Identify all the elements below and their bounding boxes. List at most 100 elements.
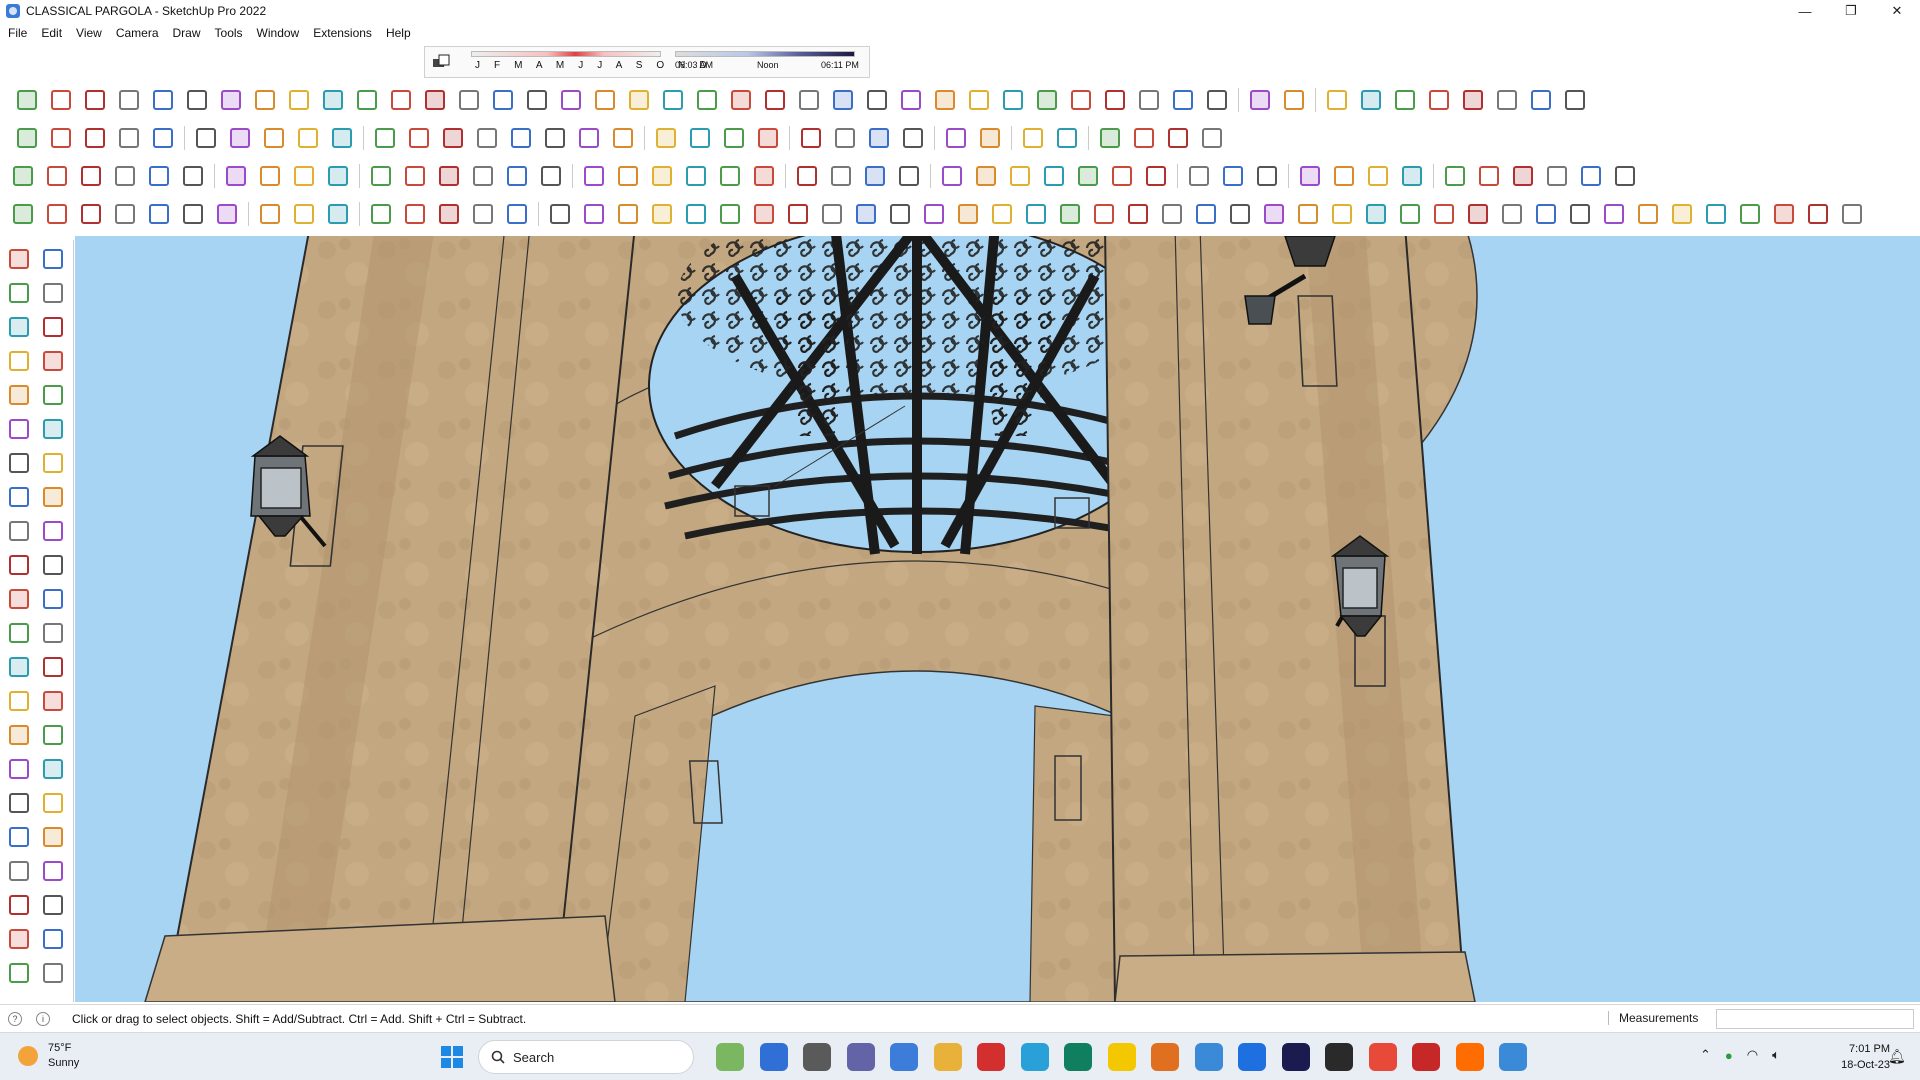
tb2-tool-icon[interactable] [609,124,637,152]
left-tool-icon[interactable] [40,518,66,544]
tb4-tool-icon[interactable] [1634,200,1662,228]
tb4-tool-icon[interactable] [9,200,37,228]
tb1-tool-icon[interactable] [1280,86,1308,114]
tb2-tool-icon[interactable] [976,124,1004,152]
menu-extensions[interactable]: Extensions [313,26,380,40]
measurements-input[interactable] [1716,1009,1914,1029]
tb4-tool-icon[interactable] [954,200,982,228]
tb3-tool-icon[interactable] [1108,162,1136,190]
tb3-tool-icon[interactable] [938,162,966,190]
tb2-tool-icon[interactable] [720,124,748,152]
tb1-tool-icon[interactable] [387,86,415,114]
tb1-tool-icon[interactable] [81,86,109,114]
taskbar-app-icon[interactable] [1020,1043,1049,1071]
tb1-tool-icon[interactable] [47,86,75,114]
taskbar-app-icon[interactable] [890,1043,918,1071]
volume-icon[interactable]: 🔈︎ [1772,1047,1780,1063]
left-tool-icon[interactable] [6,348,32,374]
tb4-tool-icon[interactable] [784,200,812,228]
tb1-tool-icon[interactable] [897,86,925,114]
tb1-tool-icon[interactable] [693,86,721,114]
tb1-tool-icon[interactable] [319,86,347,114]
tb4-tool-icon[interactable] [1430,200,1458,228]
notification-bell-icon[interactable]: 🔔︎ [1888,1048,1906,1065]
left-tool-icon[interactable] [40,892,66,918]
menu-edit[interactable]: Edit [41,26,70,40]
left-tool-icon[interactable] [40,654,66,680]
tb4-tool-icon[interactable] [1498,200,1526,228]
tb2-tool-icon[interactable] [1164,124,1192,152]
left-tool-icon[interactable] [6,246,32,272]
tb2-tool-icon[interactable] [686,124,714,152]
left-tool-icon[interactable] [6,960,32,986]
tb1-tool-icon[interactable] [1135,86,1163,114]
tb1-tool-icon[interactable] [1203,86,1231,114]
tb1-tool-icon[interactable] [999,86,1027,114]
tb1-tool-icon[interactable] [1391,86,1419,114]
time-slider[interactable] [675,51,855,57]
tb4-tool-icon[interactable] [469,200,497,228]
taskbar-clock[interactable]: 7:01 PM 18-Oct-23 [1820,1041,1890,1073]
tb4-tool-icon[interactable] [1566,200,1594,228]
windows-start-icon[interactable] [440,1045,464,1069]
tb4-tool-icon[interactable] [1668,200,1696,228]
taskbar-app-icon[interactable] [716,1043,744,1071]
tb4-tool-icon[interactable] [1226,200,1254,228]
geolocation-icon[interactable]: ? [8,1011,22,1026]
tb1-tool-icon[interactable] [1459,86,1487,114]
tb4-tool-icon[interactable] [1294,200,1322,228]
tb4-tool-icon[interactable] [1260,200,1288,228]
tb1-tool-icon[interactable] [591,86,619,114]
tb1-tool-icon[interactable] [1033,86,1061,114]
left-tool-icon[interactable] [40,790,66,816]
left-tool-icon[interactable] [6,790,32,816]
left-tool-icon[interactable] [40,926,66,952]
menu-view[interactable]: View [76,26,110,40]
tb4-tool-icon[interactable] [111,200,139,228]
left-tool-icon[interactable] [6,552,32,578]
taskbar-app-icon[interactable] [1368,1043,1397,1071]
tb4-tool-icon[interactable] [1804,200,1832,228]
tb3-tool-icon[interactable] [750,162,778,190]
tb1-tool-icon[interactable] [863,86,891,114]
tb3-tool-icon[interactable] [179,162,207,190]
tb2-tool-icon[interactable] [405,124,433,152]
restore-button[interactable]: ❐ [1828,0,1874,22]
tb4-tool-icon[interactable] [401,200,429,228]
model-viewport[interactable] [75,236,1920,1002]
tb1-tool-icon[interactable] [965,86,993,114]
tb4-tool-icon[interactable] [1158,200,1186,228]
left-tool-icon[interactable] [40,246,66,272]
tb4-tool-icon[interactable] [1124,200,1152,228]
tb1-tool-icon[interactable] [829,86,857,114]
left-tool-icon[interactable] [40,756,66,782]
tb3-tool-icon[interactable] [1074,162,1102,190]
tb1-tool-icon[interactable] [1561,86,1589,114]
tb1-tool-icon[interactable] [795,86,823,114]
tb3-tool-icon[interactable] [1253,162,1281,190]
left-tool-icon[interactable] [40,722,66,748]
tb4-tool-icon[interactable] [1770,200,1798,228]
left-tool-icon[interactable] [40,552,66,578]
tb3-tool-icon[interactable] [1040,162,1068,190]
left-tool-icon[interactable] [6,620,32,646]
left-tool-icon[interactable] [40,586,66,612]
tb4-tool-icon[interactable] [77,200,105,228]
tb1-tool-icon[interactable] [1527,86,1555,114]
tb1-tool-icon[interactable] [523,86,551,114]
tb4-tool-icon[interactable] [1532,200,1560,228]
tb1-tool-icon[interactable] [1101,86,1129,114]
tb4-tool-icon[interactable] [324,200,352,228]
tb2-tool-icon[interactable] [328,124,356,152]
tb3-tool-icon[interactable] [648,162,676,190]
tb2-tool-icon[interactable] [226,124,254,152]
tb4-tool-icon[interactable] [1838,200,1866,228]
tb3-tool-icon[interactable] [222,162,250,190]
left-tool-icon[interactable] [6,416,32,442]
month-slider[interactable] [471,51,661,57]
tb3-tool-icon[interactable] [111,162,139,190]
weather-widget[interactable]: 75°F Sunny [18,1041,79,1071]
tb1-tool-icon[interactable] [625,86,653,114]
tb3-tool-icon[interactable] [256,162,284,190]
tb1-tool-icon[interactable] [489,86,517,114]
